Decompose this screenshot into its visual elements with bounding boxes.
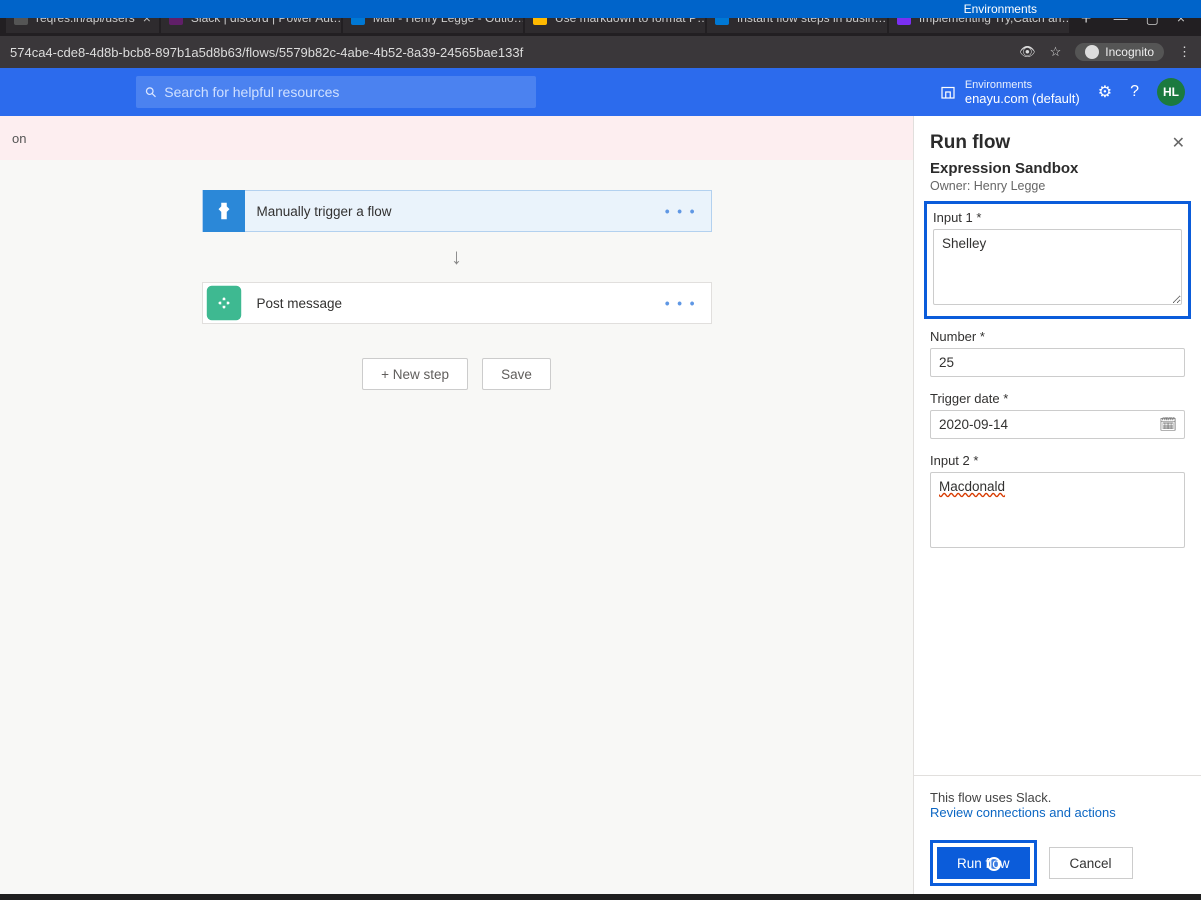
url-text: 574ca4-cde8-4d8b-bcb8-897b1a5d8b63/flows… (10, 45, 1009, 60)
input2-label: Input 2 * (930, 453, 1185, 468)
panel-footer: This flow uses Slack. Review connections… (914, 775, 1201, 900)
incognito-label: Incognito (1105, 45, 1154, 59)
env-name: enayu.com (default) (965, 92, 1080, 106)
environment-picker[interactable]: Environments enayu.com (default) (939, 78, 1080, 106)
avatar-initials: HL (1163, 85, 1179, 99)
search-box[interactable] (136, 76, 536, 108)
slack-icon (206, 286, 240, 320)
run-flow-label: Run flow (957, 856, 1010, 871)
input1-label: Input 1 * (933, 210, 1182, 225)
trigger-date-field[interactable] (930, 410, 1185, 439)
input2-value: Macdonald (939, 479, 1005, 494)
cancel-button[interactable]: Cancel (1049, 847, 1133, 879)
review-connections-link[interactable]: Review connections and actions (930, 805, 1116, 820)
trigger-icon (203, 190, 245, 232)
panel-title: Run flow (930, 132, 1010, 154)
app-header: Environments enayu.com (default) ⚙ ? HL (0, 68, 1201, 116)
trigger-card[interactable]: Manually trigger a flow • • • (202, 190, 712, 232)
help-icon[interactable]: ? (1130, 83, 1139, 101)
flow-canvas: on Manually trigger a flow • • • ↓ Post … (0, 116, 913, 900)
run-flow-panel: Run flow ✕ Expression Sandbox Owner: Hen… (913, 116, 1201, 900)
address-bar[interactable]: 574ca4-cde8-4d8b-bcb8-897b1a5d8b63/flows… (0, 36, 1201, 68)
new-step-button[interactable]: + New step (362, 358, 468, 390)
incognito-icon (1085, 45, 1099, 59)
env-label: Environments (965, 78, 1080, 92)
os-taskbar (0, 894, 1201, 900)
action-card[interactable]: Post message • • • (202, 282, 712, 324)
input2-field[interactable]: Macdonald (930, 472, 1185, 548)
card-more-icon[interactable]: • • • (651, 204, 711, 219)
browser-tab-bar: Environments reqres.in/api/users × Slack… (0, 0, 1201, 36)
cursor-indicator-icon (987, 857, 1001, 871)
flow-arrow-icon: ↓ (451, 244, 462, 270)
trigger-title: Manually trigger a flow (257, 204, 392, 219)
highlighted-field-group: Input 1 * (924, 201, 1191, 319)
environments-overlay-label: Environments (964, 2, 1037, 16)
building-icon (939, 83, 957, 101)
search-input[interactable] (164, 84, 526, 100)
panel-flow-name: Expression Sandbox (930, 160, 1185, 177)
avatar[interactable]: HL (1157, 78, 1185, 106)
star-icon[interactable]: ☆ (1050, 44, 1062, 60)
incognito-indicator[interactable]: Incognito (1075, 43, 1164, 61)
url-action-icons: 👁︎ ☆ Incognito ⋮ (1019, 43, 1191, 61)
action-title: Post message (257, 296, 343, 311)
number-label: Number * (930, 329, 1185, 344)
browser-menu-icon[interactable]: ⋮ (1178, 44, 1191, 60)
search-icon (146, 84, 156, 101)
panel-owner: Owner: Henry Legge (930, 179, 1185, 193)
panel-close-icon[interactable]: ✕ (1172, 133, 1185, 153)
notification-bar: on (0, 116, 913, 160)
save-button[interactable]: Save (482, 358, 551, 390)
run-flow-button[interactable]: Run flow (937, 847, 1030, 879)
settings-icon[interactable]: ⚙ (1098, 82, 1112, 102)
footer-text: This flow uses Slack. (930, 790, 1185, 805)
card-more-icon[interactable]: • • • (651, 296, 711, 311)
input1-field[interactable] (933, 229, 1182, 305)
eye-off-icon[interactable]: 👁︎ (1019, 44, 1036, 60)
trigger-date-label: Trigger date * (930, 391, 1185, 406)
number-field[interactable] (930, 348, 1185, 377)
notification-text: on (12, 131, 26, 146)
run-button-highlight: Run flow (930, 840, 1037, 886)
environments-overlay: Environments (0, 0, 1201, 18)
